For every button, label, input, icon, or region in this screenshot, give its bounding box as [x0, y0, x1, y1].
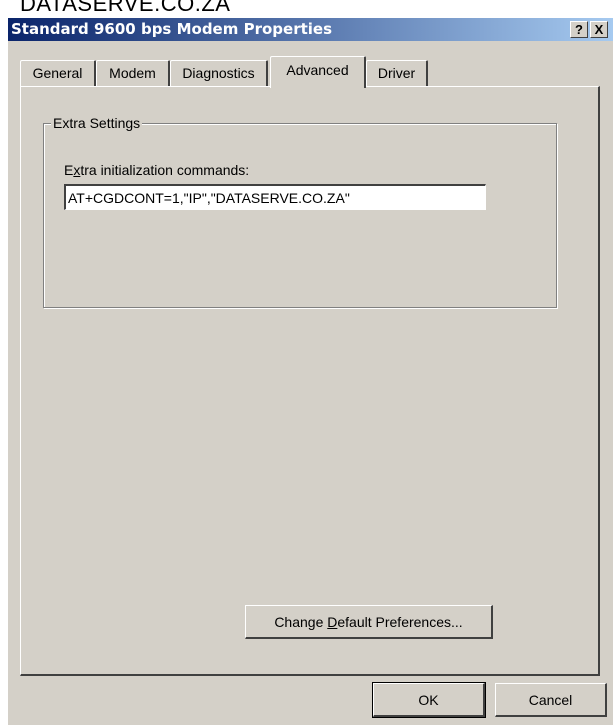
- change-default-preferences-button[interactable]: Change Default Preferences...: [245, 605, 493, 639]
- help-icon[interactable]: ?: [570, 21, 588, 38]
- tab-general[interactable]: General: [20, 60, 96, 86]
- label-rest: tra initialization commands:: [80, 162, 250, 178]
- tab-diagnostics[interactable]: Diagnostics: [170, 60, 268, 86]
- title-bar[interactable]: Standard 9600 bps Modem Properties ? X: [8, 18, 613, 41]
- cancel-button[interactable]: Cancel: [495, 683, 607, 717]
- button-rest: efault Preferences...: [337, 613, 463, 630]
- background-caption: DATASERVE.CO.ZA: [20, 0, 231, 16]
- advanced-tab-panel: Extra Settings Extra initialization comm…: [20, 86, 600, 676]
- extra-settings-group: Extra Settings Extra initialization comm…: [43, 115, 557, 308]
- extra-init-commands-label: Extra initialization commands:: [64, 162, 249, 178]
- modem-properties-dialog: Standard 9600 bps Modem Properties ? X G…: [8, 18, 613, 725]
- button-prefix: Change: [274, 613, 328, 630]
- tab-advanced[interactable]: Advanced: [270, 56, 366, 88]
- tab-modem[interactable]: Modem: [96, 60, 170, 86]
- background-caption-clip: DATASERVE.CO.ZA: [0, 0, 613, 18]
- extra-init-commands-input[interactable]: [64, 184, 486, 210]
- tab-driver[interactable]: Driver: [366, 60, 428, 86]
- extra-settings-legend: Extra Settings: [51, 115, 143, 131]
- button-mnemonic: D: [327, 613, 338, 630]
- window-title: Standard 9600 bps Modem Properties: [11, 20, 332, 38]
- label-prefix: E: [64, 162, 74, 178]
- ok-button[interactable]: OK: [372, 682, 486, 718]
- close-icon[interactable]: X: [590, 21, 608, 38]
